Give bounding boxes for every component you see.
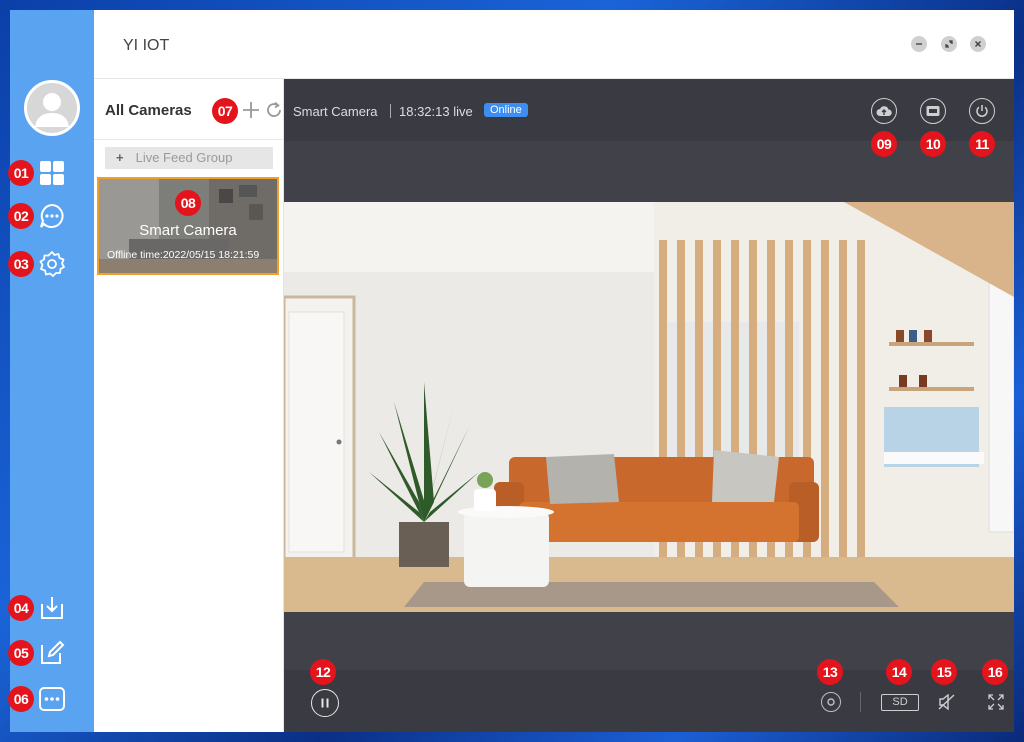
app-window: 01 02 03 04 05 06 YI IOT All Cameras 07 … bbox=[8, 10, 1014, 732]
download-icon bbox=[41, 597, 63, 619]
viewer-bottom-bar: 12 13 14 SD 15 16 bbox=[284, 659, 1014, 732]
app-title: YI IOT bbox=[123, 37, 170, 54]
viewer-time: 18:32:13 live bbox=[399, 104, 473, 119]
title-bar: YI IOT bbox=[94, 10, 1014, 79]
power-icon bbox=[976, 105, 988, 117]
edit-icon bbox=[41, 640, 65, 664]
sidebar-more-button[interactable] bbox=[37, 684, 67, 714]
badge-09: 09 bbox=[871, 131, 897, 157]
badge-11: 11 bbox=[969, 131, 995, 157]
viewer-camera-name: Smart Camera bbox=[293, 104, 378, 119]
grid-icon bbox=[40, 161, 64, 185]
pause-button[interactable] bbox=[311, 689, 339, 717]
badge-05: 05 bbox=[8, 640, 34, 666]
badge-16: 16 bbox=[982, 659, 1008, 685]
record-icon bbox=[827, 698, 835, 706]
cloud-icon bbox=[876, 106, 892, 116]
refresh-icon[interactable] bbox=[265, 101, 283, 119]
avatar[interactable] bbox=[24, 80, 80, 136]
divider bbox=[390, 104, 391, 118]
power-button[interactable] bbox=[969, 98, 995, 124]
quality-button[interactable]: SD bbox=[881, 694, 919, 711]
mute-icon[interactable] bbox=[938, 694, 956, 710]
sidebar-messages-button[interactable] bbox=[37, 201, 67, 231]
camera-name: Smart Camera bbox=[139, 222, 237, 239]
group-label: Live Feed Group bbox=[135, 150, 233, 165]
pause-icon bbox=[321, 698, 329, 708]
badge-10: 10 bbox=[920, 131, 946, 157]
panel-title: All Cameras bbox=[105, 102, 192, 119]
badge-08: 08 bbox=[175, 190, 201, 216]
close-button[interactable] bbox=[970, 36, 986, 52]
sidebar-dashboard-button[interactable] bbox=[37, 158, 67, 188]
minimize-icon bbox=[916, 43, 922, 45]
sidebar-download-button[interactable] bbox=[37, 593, 67, 623]
user-icon bbox=[35, 93, 69, 127]
badge-12: 12 bbox=[310, 659, 336, 685]
minimize-button[interactable] bbox=[911, 36, 927, 52]
badge-03: 03 bbox=[8, 251, 34, 277]
viewer-top-bar: Smart Camera 18:32:13 live Online 09 10 … bbox=[284, 79, 1014, 157]
badge-07: 07 bbox=[212, 98, 238, 124]
settings-icon bbox=[39, 251, 65, 277]
restore-icon bbox=[945, 40, 953, 48]
close-icon bbox=[974, 40, 982, 48]
badge-04: 04 bbox=[8, 595, 34, 621]
add-icon[interactable] bbox=[242, 101, 260, 119]
camera-card[interactable]: Smart Camera Offline time:2022/05/15 18:… bbox=[97, 177, 279, 275]
record-button[interactable] bbox=[821, 692, 841, 712]
sidebar-settings-button[interactable] bbox=[37, 249, 67, 279]
camera-list-panel: All Cameras 07 + Live Feed Group Smart C… bbox=[94, 79, 284, 732]
badge-06: 06 bbox=[8, 686, 34, 712]
cloud-upload-button[interactable] bbox=[871, 98, 897, 124]
sidebar: 01 02 03 04 05 06 bbox=[8, 10, 94, 732]
plus-icon: + bbox=[116, 150, 124, 165]
badge-02: 02 bbox=[8, 203, 34, 229]
add-live-feed-group-button[interactable]: + Live Feed Group bbox=[105, 147, 273, 169]
badge-14: 14 bbox=[886, 659, 912, 685]
status-badge: Online bbox=[484, 103, 528, 117]
live-viewer: Smart Camera 18:32:13 live Online 09 10 … bbox=[284, 79, 1014, 732]
live-video-feed bbox=[284, 202, 1014, 612]
sd-card-button[interactable] bbox=[920, 98, 946, 124]
divider bbox=[860, 692, 861, 712]
panel-header: All Cameras 07 bbox=[94, 79, 284, 140]
badge-15: 15 bbox=[931, 659, 957, 685]
badge-13: 13 bbox=[817, 659, 843, 685]
sd-card-icon bbox=[926, 106, 940, 116]
maximize-button[interactable] bbox=[941, 36, 957, 52]
chat-icon bbox=[40, 203, 64, 228]
sidebar-edit-button[interactable] bbox=[37, 638, 67, 668]
fullscreen-icon[interactable] bbox=[988, 694, 1004, 710]
badge-01: 01 bbox=[8, 160, 34, 186]
more-icon bbox=[39, 687, 65, 711]
camera-offline-time: Offline time:2022/05/15 18:21:59 bbox=[107, 249, 260, 261]
